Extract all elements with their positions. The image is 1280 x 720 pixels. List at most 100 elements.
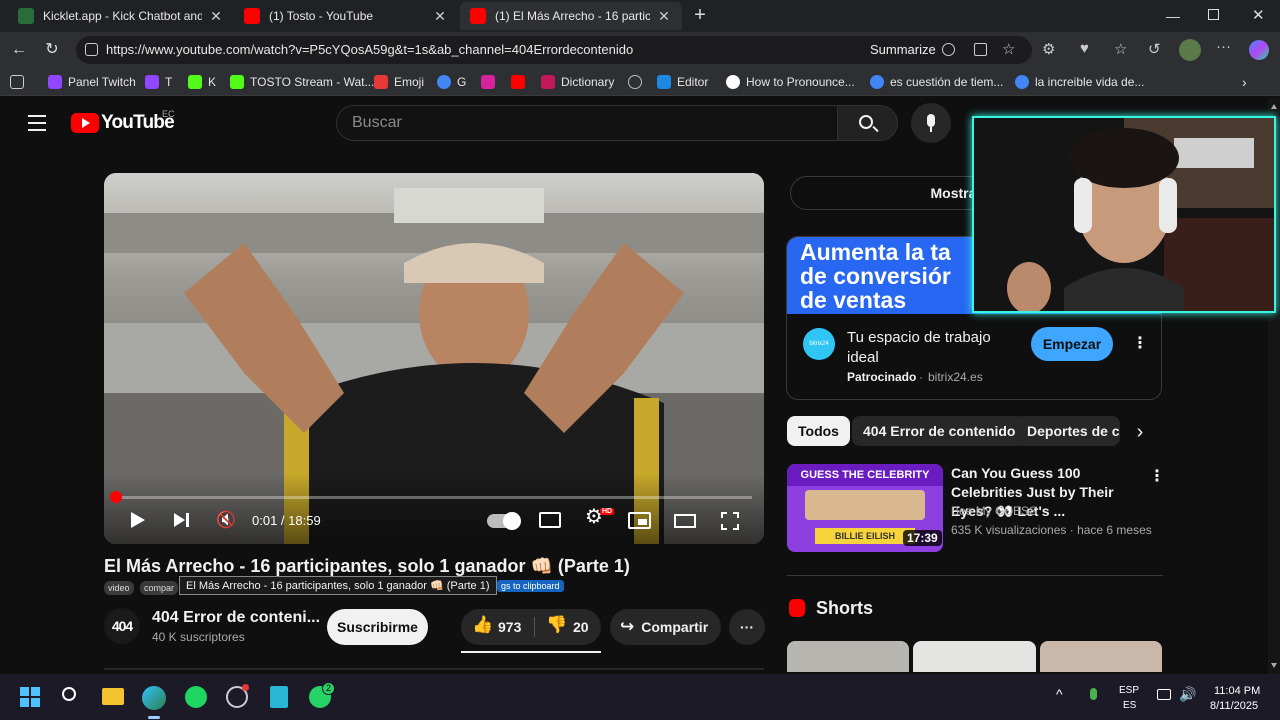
bookmark-t[interactable]: T <box>145 73 172 91</box>
close-tab-icon[interactable]: ✕ <box>208 8 224 25</box>
clock-date[interactable]: 8/11/2025 <box>1210 700 1258 712</box>
url-field[interactable]: https://www.youtube.com/watch?v=P5cYQosA… <box>76 36 1032 64</box>
hd-badge: HD <box>600 508 615 515</box>
volume-icon[interactable]: 🔊 <box>1179 686 1196 703</box>
browser-tab-bar: Kicklet.app - Kick Chatbot and Ov ✕ (1) … <box>0 0 1280 32</box>
progress-bar[interactable] <box>116 496 752 499</box>
performance-icon[interactable]: ♥ <box>1080 40 1089 57</box>
play-icon[interactable] <box>131 512 145 528</box>
reload-icon[interactable]: ↻ <box>42 40 62 60</box>
whatsapp-notification-badge: 2 <box>322 682 335 695</box>
rec-channel[interactable]: Bee My GUESS <box>951 504 1037 518</box>
bookmark-openai[interactable] <box>628 73 648 91</box>
bookmark-how-to-pronounce[interactable]: How to Pronounce... <box>726 73 855 91</box>
bookmark-panel-twitch[interactable]: Panel Twitch <box>48 73 136 91</box>
bookmark-k[interactable]: K <box>188 73 216 91</box>
language-code[interactable]: ESP <box>1119 685 1139 696</box>
video-player[interactable]: 🔇 0:01 / 18:59 ⚙ HD <box>104 173 764 544</box>
copilot-icon[interactable] <box>1249 40 1269 60</box>
bookmark-la-increible[interactable]: la increible vida de... <box>1015 73 1144 91</box>
bookmark-g[interactable]: G <box>437 73 466 91</box>
reading-list-icon[interactable] <box>10 73 30 91</box>
history-icon[interactable]: ↺ <box>1148 40 1161 58</box>
fullscreen-icon[interactable] <box>721 512 739 530</box>
share-button[interactable]: ↪ Compartir <box>610 609 721 645</box>
favorite-star-icon[interactable]: ☆ <box>1002 36 1015 64</box>
like-count[interactable]: 973 <box>498 619 521 635</box>
bookmark-editor[interactable]: Editor <box>657 73 708 91</box>
subscribe-button[interactable]: Suscribirme <box>327 609 428 645</box>
search-button[interactable] <box>838 105 898 141</box>
search-icon[interactable] <box>62 687 76 701</box>
extensions-icon[interactable]: ⚙ <box>1042 40 1055 58</box>
clock-time[interactable]: 11:04 PM <box>1214 685 1260 697</box>
instagram-icon <box>481 75 495 89</box>
more-actions-button[interactable]: ··· <box>729 609 765 645</box>
bookmarks-more-chevron-icon[interactable]: › <box>1242 73 1247 91</box>
ad-title[interactable]: Tu espacio de trabajo ideal <box>847 328 1017 368</box>
hamburger-menu-icon[interactable] <box>28 115 46 131</box>
back-icon[interactable]: ← <box>9 40 29 60</box>
next-video-icon[interactable] <box>174 513 185 527</box>
bookmark-dictionary[interactable]: Dictionary <box>541 73 614 91</box>
short-thumbnail[interactable] <box>787 641 909 672</box>
chips-next-chevron-icon[interactable]: › <box>1126 418 1154 446</box>
bookmark-youtube[interactable] <box>511 73 531 91</box>
youtube-logo-icon[interactable] <box>71 113 99 133</box>
more-menu-icon[interactable]: ··· <box>1216 38 1231 55</box>
bookmark-es-cuestion[interactable]: es cuestión de tiem... <box>870 73 1003 91</box>
tab-tosto[interactable]: (1) Tosto - YouTube ✕ <box>234 2 458 30</box>
favorites-icon[interactable]: ☆ <box>1114 40 1127 58</box>
file-explorer-icon[interactable] <box>102 688 124 705</box>
close-window-icon[interactable]: ✕ <box>1252 6 1265 24</box>
address-bar-row: ← ↻ https://www.youtube.com/watch?v=P5cY… <box>0 32 1280 68</box>
bookmark-tosto-stream[interactable]: TOSTO Stream - Wat... <box>230 73 374 91</box>
summarize-button[interactable]: Summarize <box>870 36 936 64</box>
channel-name[interactable]: 404 Error de conteni... <box>152 609 320 627</box>
new-tab-button[interactable]: + <box>690 5 710 25</box>
like-icon[interactable]: 👍 <box>472 615 493 635</box>
ad-more-vertical-icon[interactable]: ⋮ <box>1132 333 1148 353</box>
channel-avatar[interactable]: 404 <box>104 608 140 644</box>
bookmark-emoji[interactable]: Emoji <box>374 73 424 91</box>
autoplay-toggle[interactable] <box>487 512 521 530</box>
ad-cta-button[interactable]: Empezar <box>1031 327 1113 361</box>
tray-overflow-chevron-icon[interactable]: ^ <box>1056 686 1063 702</box>
time-display: 0:01 / 18:59 <box>252 513 321 528</box>
edge-browser-icon[interactable] <box>142 686 166 710</box>
chip-404-error[interactable]: 404 Error de contenido <box>852 416 1027 446</box>
bookmark-instagram[interactable] <box>481 73 501 91</box>
dislike-icon[interactable]: 👎 <box>546 615 567 635</box>
apps-icon[interactable] <box>974 43 987 56</box>
miniplayer-icon[interactable] <box>628 512 651 529</box>
short-thumbnail[interactable] <box>1040 641 1162 672</box>
voice-search-button[interactable] <box>911 103 951 143</box>
network-icon[interactable] <box>1157 689 1171 700</box>
dislike-count[interactable]: 20 <box>573 619 589 635</box>
close-tab-icon[interactable]: ✕ <box>432 8 448 25</box>
tab-el-mas-arrecho[interactable]: (1) El Más Arrecho - 16 participan ✕ <box>460 2 682 30</box>
profile-avatar[interactable] <box>1179 39 1201 61</box>
close-tab-icon[interactable]: ✕ <box>656 8 672 25</box>
microphone-in-use-icon[interactable] <box>1090 688 1097 700</box>
chip-deportes[interactable]: Deportes de c <box>1016 416 1120 446</box>
theater-mode-icon[interactable] <box>674 514 696 528</box>
dictionary-icon <box>541 75 555 89</box>
minimize-icon[interactable]: — <box>1166 8 1180 24</box>
spotify-icon[interactable] <box>185 686 207 708</box>
chip-todos[interactable]: Todos <box>787 416 850 446</box>
notepad-icon[interactable] <box>270 686 288 708</box>
summarize-icon[interactable] <box>942 43 955 56</box>
tab-kicklet[interactable]: Kicklet.app - Kick Chatbot and Ov ✕ <box>8 2 234 30</box>
keyboard-layout[interactable]: ES <box>1123 700 1136 711</box>
ad-domain: bitrix24.es <box>928 370 983 384</box>
progress-scrubber[interactable] <box>110 491 122 503</box>
muted-volume-icon[interactable]: 🔇 <box>216 510 236 530</box>
short-thumbnail[interactable] <box>913 641 1036 672</box>
rec-more-vertical-icon[interactable]: ⋮ <box>1149 466 1165 486</box>
rec-thumbnail[interactable]: GUESS THE CELEBRITY BILLIE EILISH 17:39 <box>787 464 943 552</box>
windows-start-icon[interactable] <box>20 687 40 707</box>
search-input[interactable]: Buscar <box>336 105 838 141</box>
subtitles-icon[interactable] <box>539 512 561 528</box>
maximize-icon[interactable] <box>1208 9 1219 20</box>
